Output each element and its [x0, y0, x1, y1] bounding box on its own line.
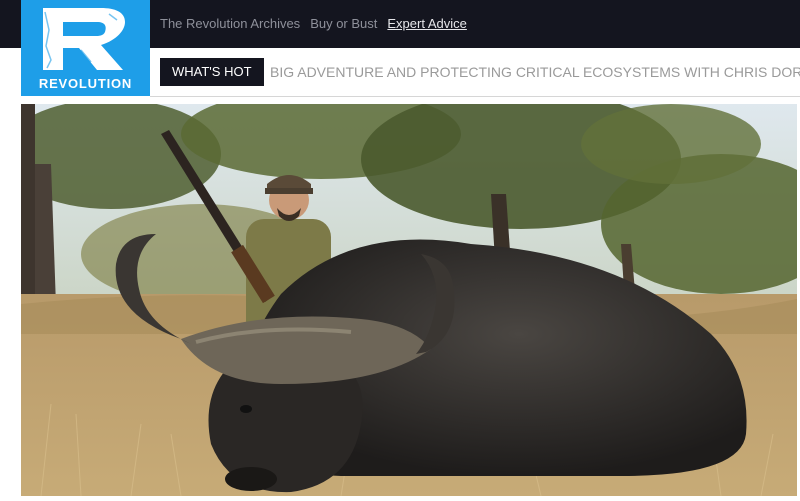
- hero-photo-buffalo-hunter: [21, 104, 797, 496]
- nav-link-expert-advice[interactable]: Expert Advice: [387, 16, 467, 31]
- ticker-headline[interactable]: BIG ADVENTURE AND PROTECTING CRITICAL EC…: [270, 64, 800, 80]
- logo-wordmark: REVOLUTION: [38, 76, 133, 91]
- top-nav-links: The Revolution Archives Buy or Bust Expe…: [160, 16, 467, 31]
- news-ticker: WHAT'S HOT BIG ADVENTURE AND PROTECTING …: [150, 48, 800, 97]
- hero-image[interactable]: [21, 104, 797, 496]
- nav-link-archives[interactable]: The Revolution Archives: [160, 16, 300, 31]
- nav-link-buy-or-bust[interactable]: Buy or Bust: [310, 16, 377, 31]
- site-logo[interactable]: REVOLUTION: [21, 0, 150, 96]
- whats-hot-badge[interactable]: WHAT'S HOT: [160, 58, 264, 86]
